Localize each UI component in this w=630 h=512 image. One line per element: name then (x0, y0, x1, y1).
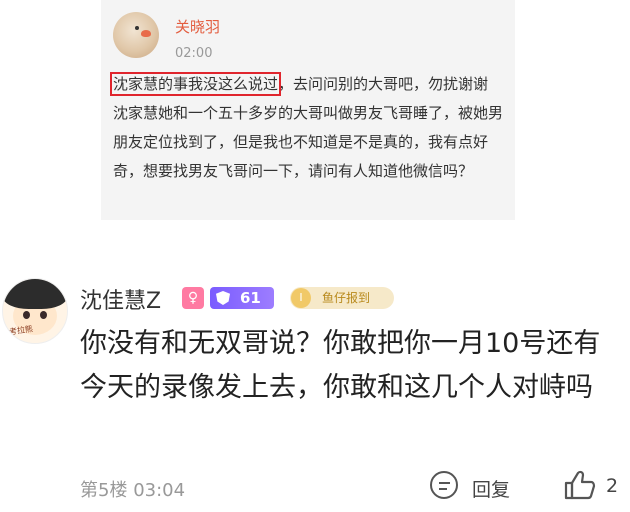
fan-tag-icon: I (291, 288, 311, 308)
fan-tag-badge[interactable]: I 鱼仔报到 (290, 287, 394, 309)
quote-timestamp: 02:00 (175, 46, 213, 61)
level-badge[interactable]: 61 (210, 287, 274, 309)
comment-time: 03:04 (133, 480, 186, 501)
quote-text: 沈家慧的事我没这么说过，去问问别的大哥吧，勿扰谢谢 沈家慧她和一个五十多岁的大哥… (109, 70, 507, 186)
commenter-avatar[interactable]: 考拉熊 (2, 278, 68, 344)
fan-tag-label: 鱼仔报到 (322, 291, 371, 305)
commenter-username[interactable]: 沈佳慧Z (80, 283, 161, 315)
comment-body: 你没有和无双哥说？你敢把你一月10号还有今天的录像发上去，你敢和这几个人对峙吗 (80, 328, 601, 403)
level-number: 61 (240, 289, 261, 307)
quote-author-avatar[interactable] (113, 12, 159, 58)
avatar-stamp-text: 考拉熊 (8, 324, 34, 337)
quote-highlighted-text: 沈家慧的事我没这么说过 (109, 72, 282, 96)
gender-female-icon: ♀ (182, 287, 204, 309)
comment-floor-time: 第5楼 03:04 (80, 476, 185, 502)
thumbs-up-icon[interactable] (563, 468, 597, 502)
reply-icon[interactable] (430, 471, 458, 499)
floor-number: 第5楼 (80, 480, 128, 501)
level-shield-icon (216, 291, 230, 305)
quote-author-name[interactable]: 关晓羽 (175, 16, 220, 37)
quoted-comment-card[interactable]: 关晓羽 02:00 沈家慧的事我没这么说过，去问问别的大哥吧，勿扰谢谢 沈家慧她… (101, 0, 515, 220)
reply-button[interactable]: 回复 (472, 475, 510, 502)
like-count: 2 (606, 475, 619, 497)
